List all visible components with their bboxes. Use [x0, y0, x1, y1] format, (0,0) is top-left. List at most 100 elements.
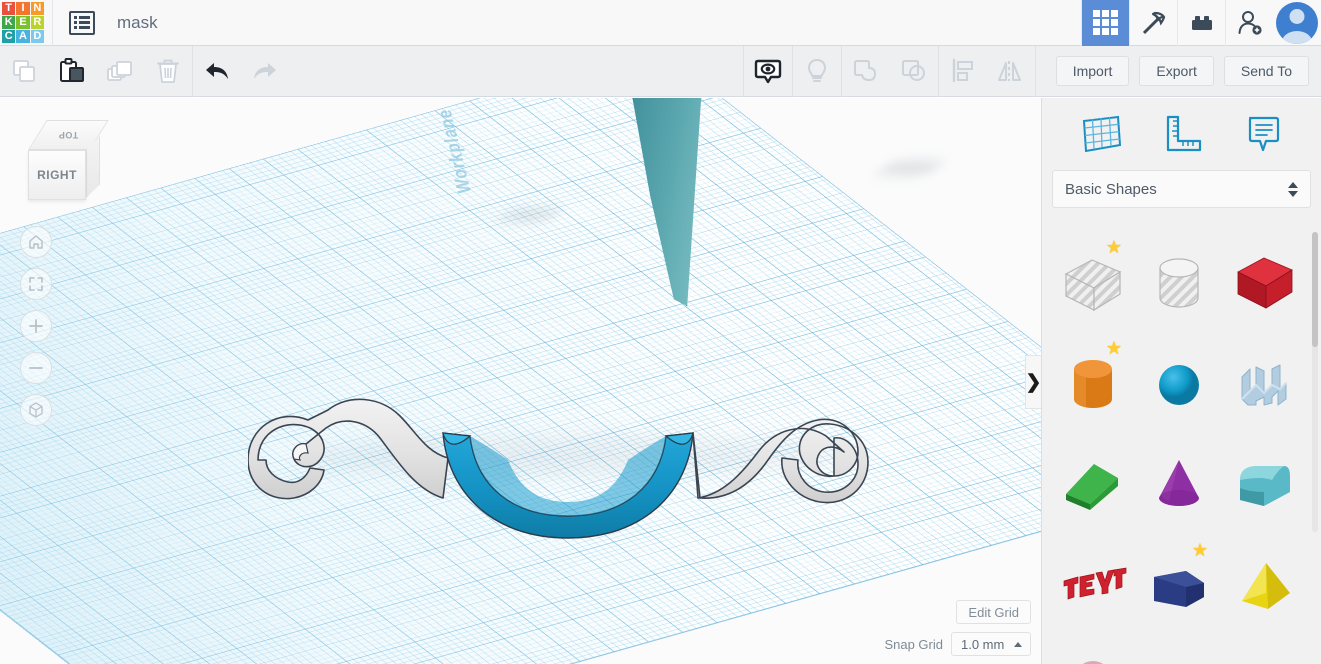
- logo-cell-n: N: [30, 1, 44, 15]
- light-button[interactable]: [793, 46, 841, 97]
- home-view-button[interactable]: [20, 226, 52, 258]
- workplane-tool[interactable]: [1073, 109, 1129, 159]
- snap-grid-label: Snap Grid: [884, 636, 943, 652]
- logo-cell-e: E: [16, 15, 30, 30]
- list-icon[interactable]: [69, 10, 95, 35]
- brick-icon: [1187, 8, 1217, 38]
- tinkercad-app: T I N K E R C A D mask Import Export Sen…: [0, 0, 1321, 664]
- shape-half-sphere[interactable]: [1050, 636, 1136, 664]
- view-cube[interactable]: TOP RIGHT: [22, 120, 109, 204]
- import-button[interactable]: Import: [1055, 56, 1130, 86]
- shape-polygon[interactable]: [1136, 636, 1222, 664]
- logo-cell-t: T: [2, 1, 16, 15]
- shape-round-roof[interactable]: [1222, 434, 1308, 535]
- ungroup-shapes-icon: [897, 54, 931, 88]
- align-button[interactable]: [939, 46, 987, 97]
- note-callout-icon: [1240, 113, 1286, 155]
- export-button[interactable]: Export: [1139, 56, 1214, 86]
- main-toolbar: Import Export Send To: [0, 45, 1321, 97]
- logo-cell-c: C: [2, 30, 16, 44]
- notes-tool[interactable]: [1235, 109, 1291, 159]
- codeblocks-tab[interactable]: [1129, 0, 1177, 46]
- group-shapes-icon: [849, 54, 883, 88]
- copy-button[interactable]: [0, 46, 48, 97]
- shape-scribble[interactable]: [1222, 333, 1308, 434]
- shape-library-label: Basic Shapes: [1065, 180, 1157, 198]
- favorite-star-icon: ★: [1191, 540, 1208, 560]
- user-avatar-image: [1276, 1, 1318, 44]
- shape-cylinder-hole[interactable]: [1136, 232, 1222, 333]
- pickaxe-icon: [1139, 8, 1169, 38]
- page-title[interactable]: mask: [117, 13, 158, 33]
- eye-icon: [752, 55, 784, 87]
- copy-icon: [8, 55, 40, 87]
- undo-button[interactable]: [193, 46, 241, 97]
- ruler-icon: [1159, 113, 1205, 155]
- shape-box[interactable]: [1222, 232, 1308, 333]
- snap-grid-select[interactable]: 1.0 mm: [951, 632, 1031, 656]
- blocks-tab[interactable]: [1177, 0, 1225, 46]
- workplane-grid-icon: [1078, 113, 1124, 155]
- delete-button[interactable]: [144, 46, 192, 97]
- scroll-model[interactable]: [248, 398, 898, 558]
- perspective-toggle-button[interactable]: [20, 394, 52, 426]
- home-icon: [27, 233, 45, 251]
- shape-cylinder[interactable]: ★: [1050, 333, 1136, 434]
- edit-grid-button[interactable]: Edit Grid: [956, 600, 1031, 624]
- logo-cell-d: D: [30, 30, 44, 44]
- app-header: T I N K E R C A D mask: [0, 0, 1321, 46]
- duplicate-button[interactable]: [96, 46, 144, 97]
- paste-icon: [56, 55, 88, 87]
- view-cube-front-face[interactable]: RIGHT: [28, 150, 86, 200]
- favorite-star-icon: ★: [1105, 237, 1122, 257]
- shape-cone[interactable]: [1136, 434, 1222, 535]
- favorite-star-icon: ★: [1105, 338, 1122, 358]
- group-button[interactable]: [842, 46, 890, 97]
- plus-icon: [27, 317, 45, 335]
- shape-library-select[interactable]: Basic Shapes: [1052, 170, 1311, 208]
- shape-wedge[interactable]: [1050, 434, 1136, 535]
- header-divider: [52, 0, 53, 46]
- toolbar-divider-6: [1034, 45, 1036, 97]
- shape-paraboloid[interactable]: [1222, 636, 1308, 664]
- lightbulb-icon: [801, 55, 833, 87]
- fit-view-button[interactable]: [20, 268, 52, 300]
- logo-cell-a: A: [16, 30, 30, 44]
- 3d-designs-tab[interactable]: [1081, 0, 1129, 46]
- paste-button[interactable]: [48, 46, 96, 97]
- duplicate-icon: [104, 55, 136, 87]
- logo-cell-i: I: [16, 1, 30, 15]
- avatar[interactable]: [1273, 0, 1321, 46]
- snap-grid-value: 1.0 mm: [961, 636, 1005, 652]
- panel-scrollbar-thumb[interactable]: [1312, 232, 1318, 347]
- redo-button[interactable]: [241, 46, 289, 97]
- shadow-corner: [873, 160, 947, 176]
- shape-box-hole[interactable]: ★: [1050, 232, 1136, 333]
- collapse-panel-button[interactable]: ❯: [1025, 355, 1041, 409]
- panel-tool-icons: [1042, 98, 1321, 170]
- mirror-button[interactable]: [987, 46, 1035, 97]
- ungroup-button[interactable]: [890, 46, 938, 97]
- snap-grid-row: Snap Grid 1.0 mm: [884, 632, 1031, 656]
- grid-icon: [1093, 10, 1118, 35]
- logo-cell-r: R: [30, 15, 44, 30]
- send-to-button[interactable]: Send To: [1223, 56, 1309, 86]
- workplane-grid[interactable]: [0, 98, 1041, 664]
- minus-icon: [27, 359, 45, 377]
- invite-tab[interactable]: [1225, 0, 1273, 46]
- shape-sphere[interactable]: [1136, 333, 1222, 434]
- ruler-tool[interactable]: [1154, 109, 1210, 159]
- fit-to-view-icon: [27, 275, 45, 293]
- show-hide-button[interactable]: [744, 46, 792, 97]
- shape-text[interactable]: [1050, 535, 1136, 636]
- shape-pyramid[interactable]: [1222, 535, 1308, 636]
- tinkercad-logo[interactable]: T I N K E R C A D: [2, 1, 44, 44]
- zoom-out-button[interactable]: [20, 352, 52, 384]
- design-canvas[interactable]: Workplane TOP RIGHT ❯ Edit Grid Snap Gri…: [0, 98, 1041, 664]
- redo-arrow-icon: [248, 54, 282, 88]
- shape-tube-box[interactable]: ★: [1136, 535, 1222, 636]
- shape-grid: ★ ★ ★: [1042, 226, 1321, 664]
- mirror-icon: [994, 54, 1028, 88]
- panel-scrollbar[interactable]: [1312, 232, 1318, 532]
- zoom-in-button[interactable]: [20, 310, 52, 342]
